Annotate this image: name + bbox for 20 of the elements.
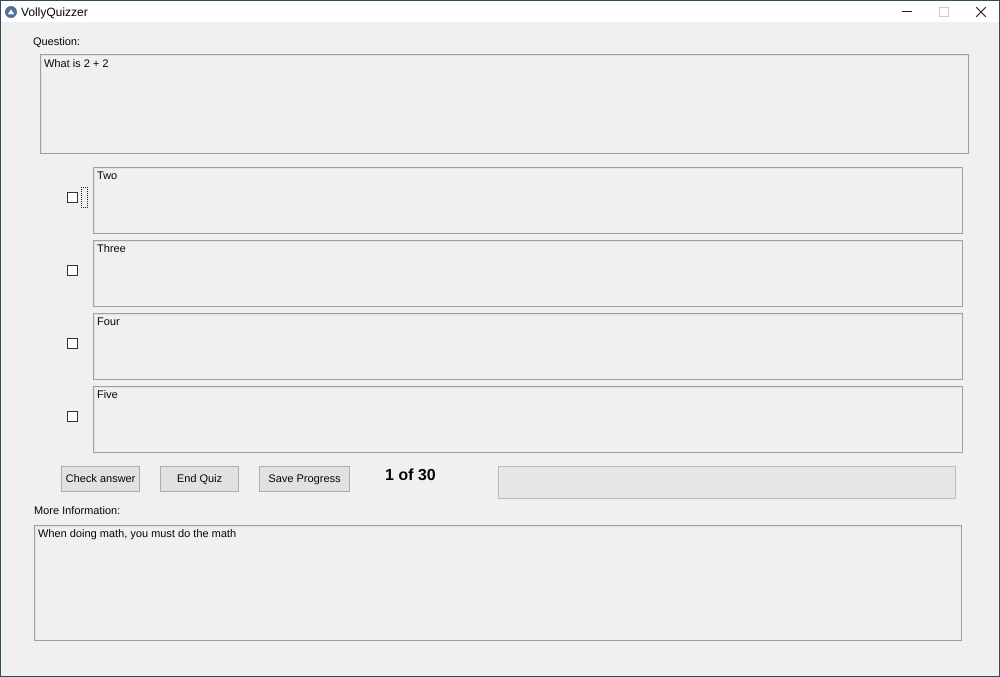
answer-field[interactable]: Five xyxy=(93,386,963,453)
action-button[interactable]: End Quiz xyxy=(160,466,239,492)
action-button[interactable]: Check answer xyxy=(61,466,140,492)
answer-checkbox[interactable] xyxy=(67,265,78,276)
app-logo-icon xyxy=(5,6,17,18)
answer-checkbox[interactable] xyxy=(67,411,78,422)
more-information-field[interactable]: When doing math, you must do the math xyxy=(34,525,962,641)
minimize-icon[interactable] xyxy=(902,11,912,12)
question-label: Question: xyxy=(33,36,80,49)
close-icon[interactable] xyxy=(976,6,986,16)
question-field[interactable]: What is 2 + 2 xyxy=(40,54,969,154)
answer-field[interactable]: Three xyxy=(93,240,963,307)
answer-field[interactable]: Two xyxy=(93,167,963,234)
answer-checkbox[interactable] xyxy=(67,192,78,203)
action-button[interactable]: Save Progress xyxy=(259,466,350,492)
answer-field[interactable]: Four xyxy=(93,313,963,380)
answer-checkbox[interactable] xyxy=(67,338,78,349)
window-title: VollyQuizzer xyxy=(21,4,88,18)
question-counter: 1 of 30 xyxy=(385,467,436,485)
more-information-label: More Information: xyxy=(34,505,120,518)
